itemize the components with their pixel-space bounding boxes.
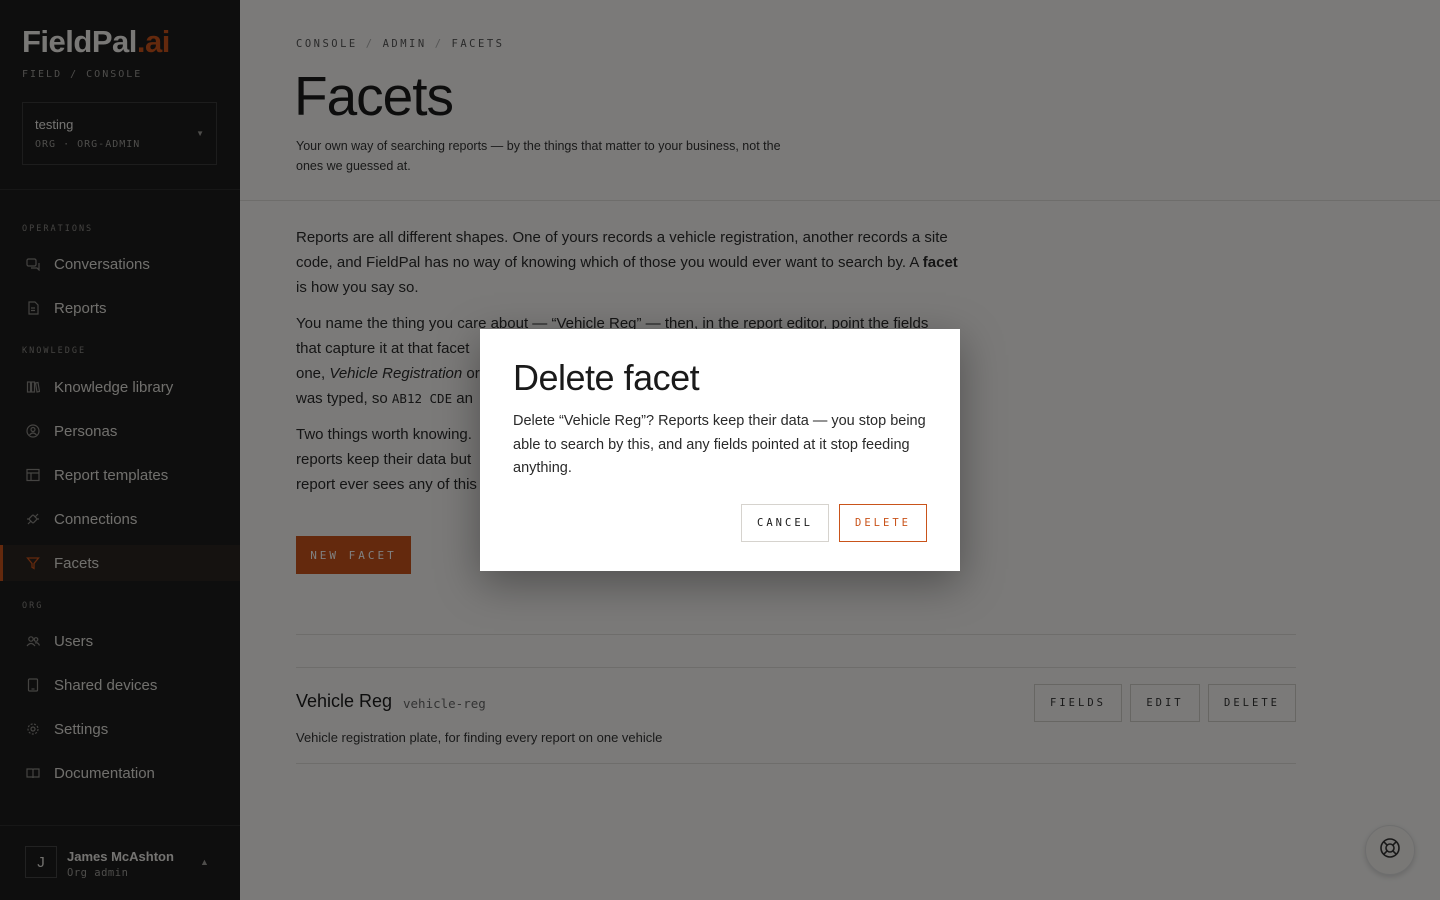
cancel-button[interactable]: CANCEL: [741, 504, 829, 542]
confirm-delete-button[interactable]: DELETE: [839, 504, 927, 542]
dialog-message: Delete “Vehicle Reg”? Reports keep their…: [513, 413, 926, 476]
dialog-title: Delete facet: [513, 357, 700, 398]
delete-facet-dialog: Delete facet Delete “Vehicle Reg”? Repor…: [480, 329, 960, 571]
